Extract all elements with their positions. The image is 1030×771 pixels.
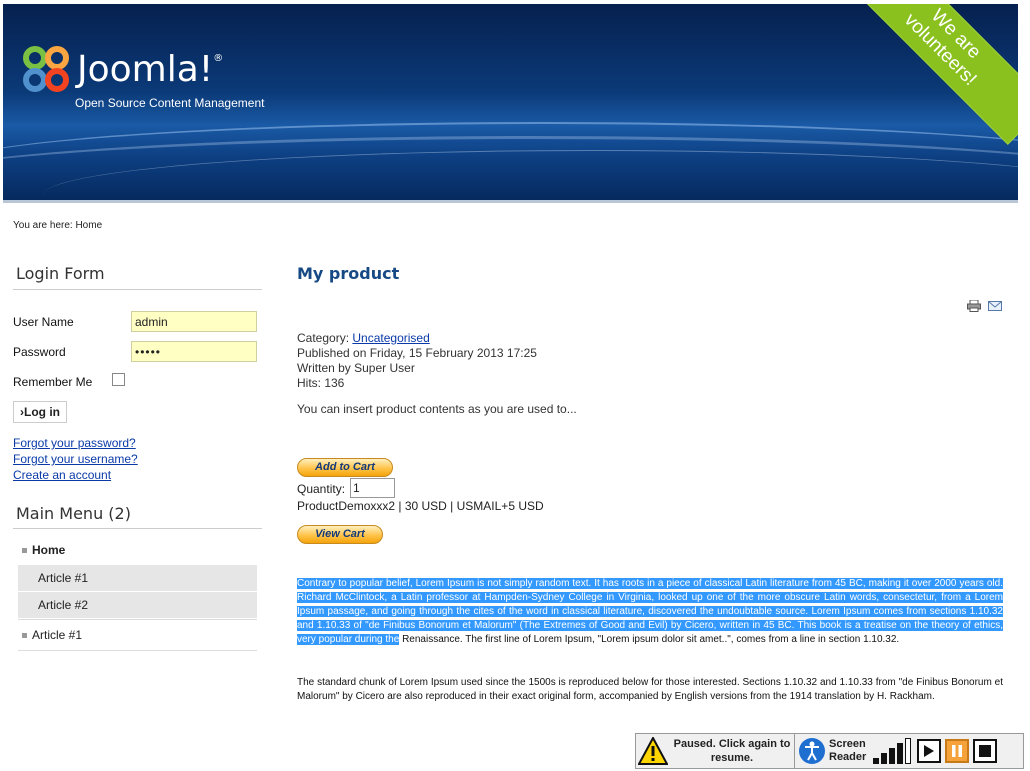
bullet-icon	[22, 633, 27, 639]
screen-reader-label: Screen Reader	[829, 738, 873, 764]
create-account-link[interactable]: Create an account	[13, 468, 111, 482]
menu-divider	[18, 650, 257, 651]
category-link[interactable]: Uncategorised	[352, 331, 429, 345]
add-to-cart-button[interactable]: Add to Cart	[297, 458, 393, 477]
forgot-password-link[interactable]: Forgot your password?	[13, 436, 136, 450]
label-line-1: Screen	[829, 738, 866, 750]
module-divider	[13, 528, 262, 529]
login-form-title: Login Form	[16, 264, 105, 283]
accessibility-icon	[799, 738, 825, 764]
site-header: Joomla!® Open Source Content Management …	[3, 4, 1018, 200]
volume-icon[interactable]	[873, 738, 911, 764]
menu-item-article-2[interactable]: Article #2	[18, 592, 257, 618]
view-cart-button[interactable]: View Cart	[297, 525, 383, 544]
written-by: Written by Super User	[297, 361, 415, 375]
menu-item-article-1-bottom[interactable]: Article #1	[18, 622, 257, 648]
site-tagline: Open Source Content Management	[75, 96, 265, 110]
login-button[interactable]: ›Log in	[13, 401, 67, 423]
product-details: ProductDemoxxx2 | 30 USD | USMAIL+5 USD	[297, 499, 544, 513]
pause-icon[interactable]	[945, 739, 969, 763]
username-input[interactable]: admin	[131, 311, 257, 332]
label-line-2: Reader	[829, 751, 867, 763]
hits-count: Hits: 136	[297, 376, 345, 390]
logo-text: Joomla!®	[77, 48, 224, 90]
stop-icon[interactable]	[973, 739, 997, 763]
article-paragraph-2: The standard chunk of Lorem Ipsum used s…	[297, 677, 1003, 702]
remember-me-label: Remember Me	[13, 375, 93, 389]
paused-line-1: Paused. Click again to	[673, 738, 791, 750]
toolbar-separator	[794, 734, 795, 768]
menu-item-home[interactable]: Home	[18, 537, 257, 563]
menu-item-label: Article #1	[32, 628, 83, 642]
article-paragraph-1: Contrary to popular belief, Lorem Ipsum …	[297, 577, 1003, 647]
menu-item-article-1[interactable]: Article #1	[18, 565, 257, 591]
menu-item-label: Home	[32, 543, 66, 557]
menu-divider	[18, 619, 257, 620]
page-title: My product	[297, 264, 400, 283]
module-divider	[13, 289, 262, 290]
paragraph-text: Renaissance. The first line of Lorem Ips…	[399, 634, 900, 645]
joomla-logo-icon	[21, 44, 71, 94]
joomla-logo[interactable]: Joomla!®	[21, 44, 223, 94]
password-label: Password	[13, 345, 66, 359]
password-input[interactable]: •••••	[131, 341, 257, 362]
published-date: Published on Friday, 15 February 2013 17…	[297, 346, 537, 360]
paused-message[interactable]: Paused. Click again to resume.	[670, 737, 794, 765]
print-icon[interactable]	[967, 300, 981, 312]
product-intro: You can insert product contents as you a…	[297, 402, 577, 416]
category-label: Category:	[297, 331, 350, 345]
volunteers-ribbon: We are volunteers!	[845, 4, 1018, 145]
article-category: Category: Uncategorised	[297, 331, 430, 346]
bullet-icon	[22, 548, 27, 554]
screen-reader-toolbar: Paused. Click again to resume. Screen Re…	[635, 733, 1024, 769]
header-divider	[3, 200, 1018, 203]
play-icon[interactable]	[917, 739, 941, 763]
quantity-label: Quantity:	[297, 482, 346, 496]
warning-icon	[636, 734, 670, 768]
quantity-input[interactable]: 1	[350, 478, 395, 498]
breadcrumb: You are here: Home	[13, 220, 103, 231]
email-icon[interactable]	[988, 301, 1002, 311]
main-menu-title: Main Menu (2)	[16, 504, 131, 523]
remember-me-checkbox[interactable]	[112, 373, 125, 386]
paused-line-2: resume.	[710, 752, 754, 764]
forgot-username-link[interactable]: Forgot your username?	[13, 452, 138, 466]
username-label: User Name	[13, 315, 74, 329]
